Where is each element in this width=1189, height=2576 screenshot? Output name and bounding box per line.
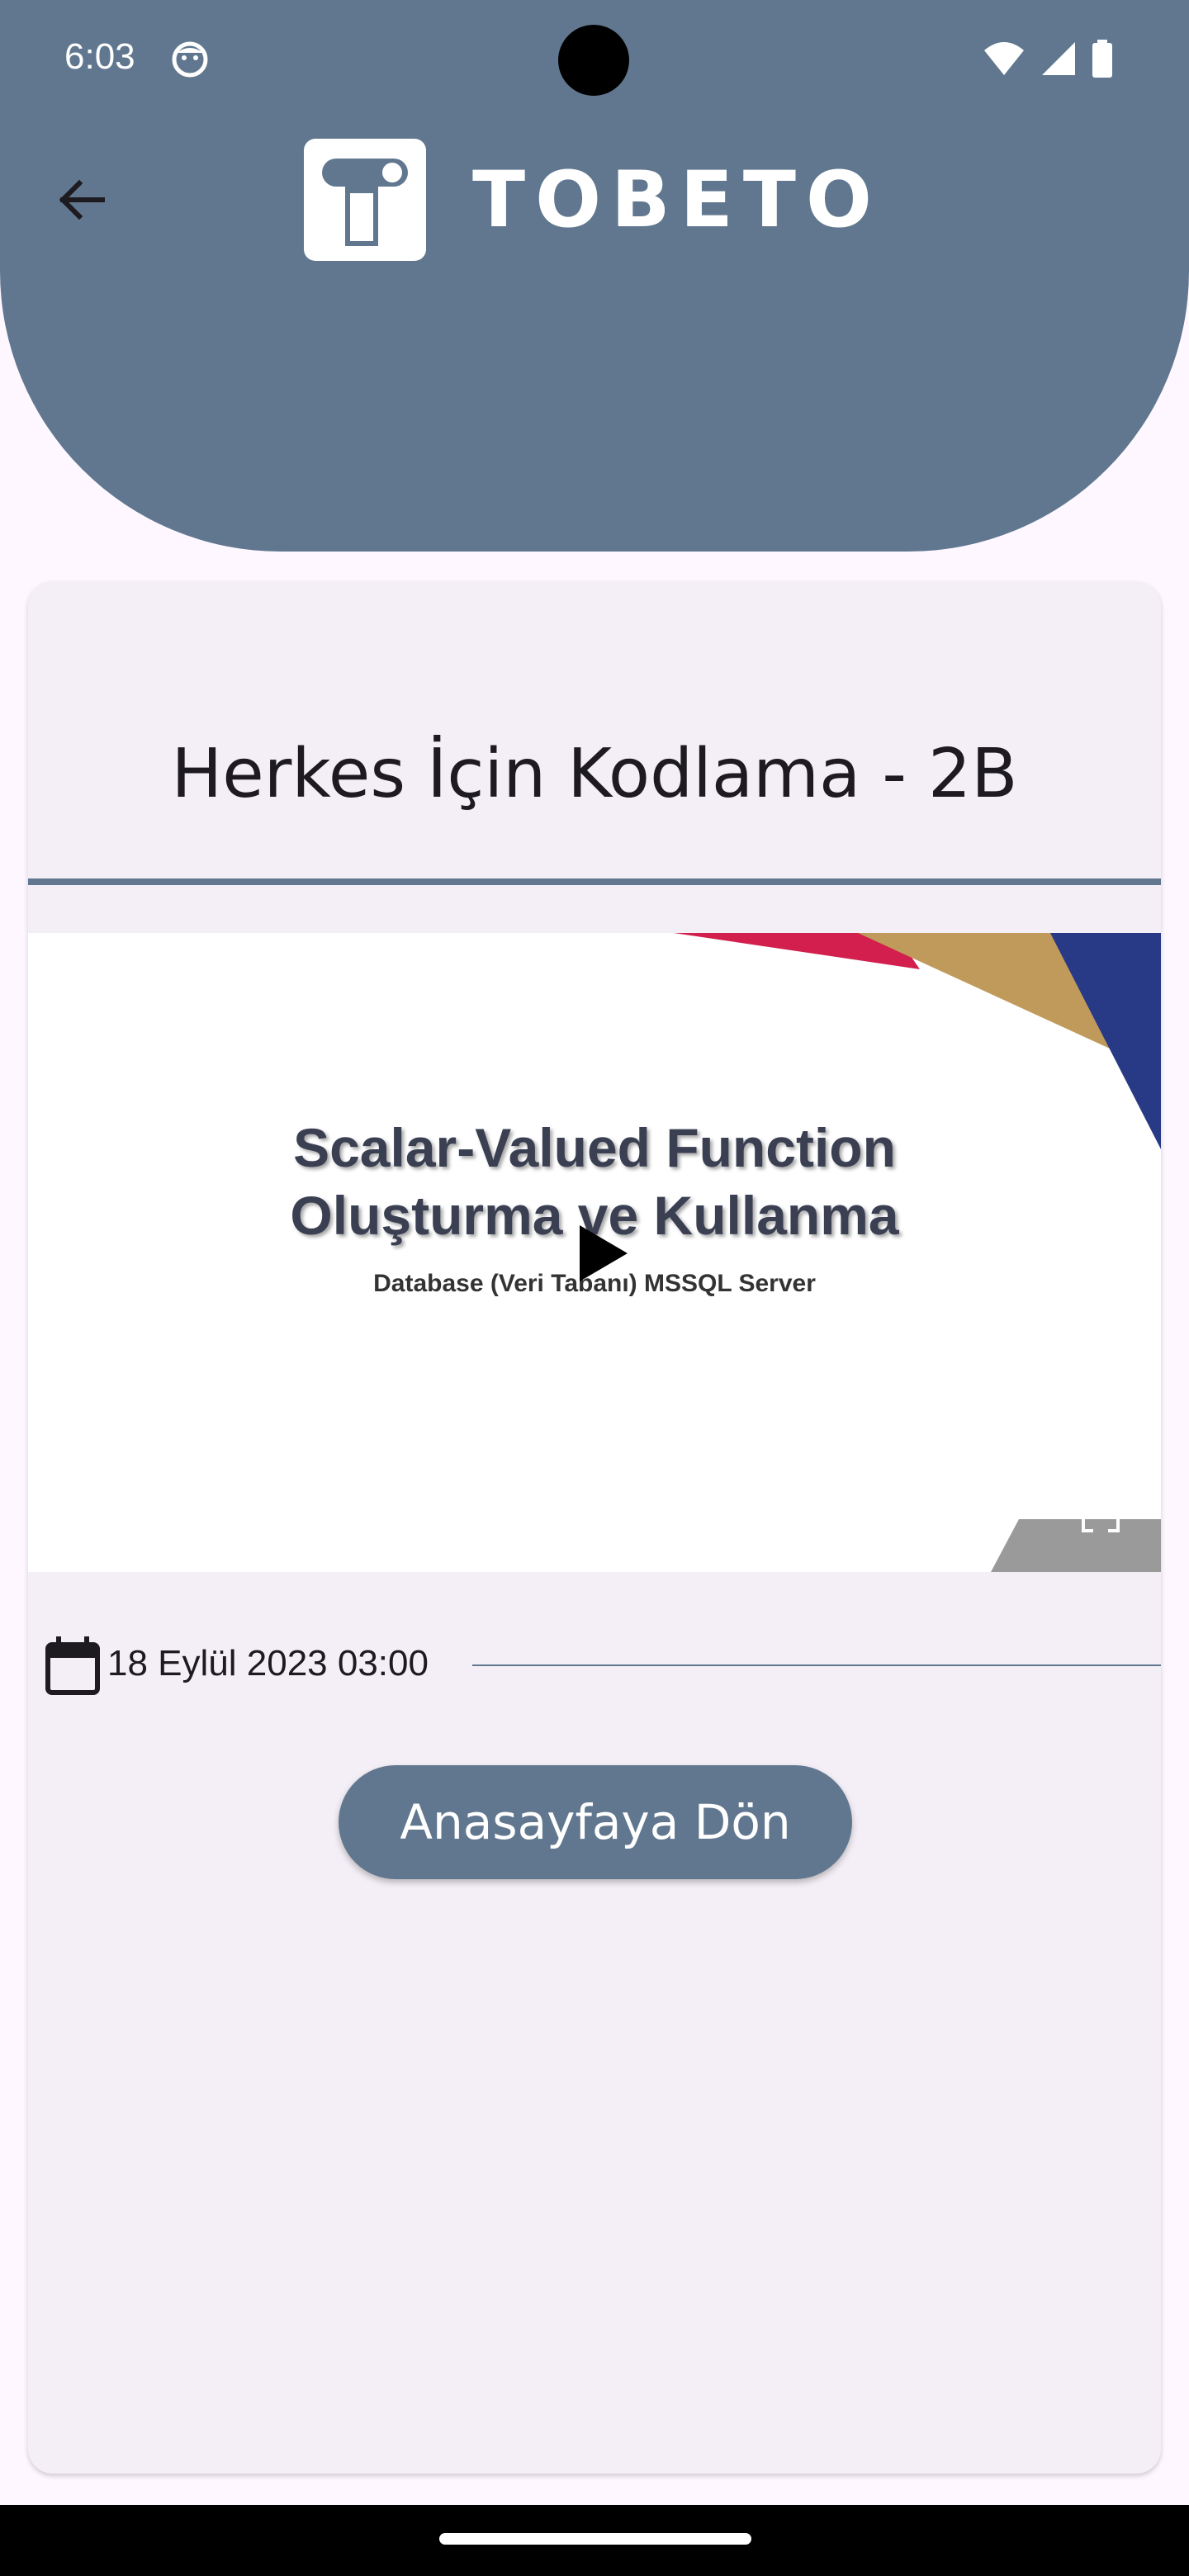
date-text: 18 Eylül 2023 03:00 [107, 1643, 429, 1683]
header: 6:03 TOBETO [0, 0, 1189, 552]
fullscreen-button[interactable] [1012, 1519, 1161, 1572]
signal-icon [1042, 42, 1075, 75]
card-title: Herkes İçin Kodlama - 2B [171, 735, 1018, 813]
arrow-back-icon [59, 179, 105, 220]
status-icons [983, 40, 1113, 78]
title-divider [28, 878, 1161, 885]
fullscreen-icon [1082, 1519, 1120, 1532]
status-notification-icon [172, 41, 208, 78]
back-button[interactable] [46, 165, 116, 234]
status-time: 6:03 [64, 36, 135, 77]
tobeto-logo-icon [304, 139, 426, 261]
date-divider [472, 1664, 1161, 1666]
home-button[interactable]: Anasayfaya Dön [339, 1765, 852, 1879]
system-nav-bar [0, 2505, 1189, 2576]
date-row: 18 Eylül 2023 03:00 [36, 1630, 1161, 1696]
lesson-card: Herkes İçin Kodlama - 2B Scalar-Valued F… [28, 581, 1161, 2474]
battery-icon [1092, 40, 1112, 78]
slide-title-line1: Scalar-Valued Function [293, 1117, 896, 1178]
calendar-icon [45, 1636, 100, 1695]
home-gesture-handle[interactable] [439, 2533, 751, 2545]
camera-cutout [558, 25, 629, 96]
logo-wordmark: TOBETO [472, 155, 882, 245]
screen: 6:03 TOBETO Herkes İçin Kodlama - 2B Sca… [0, 0, 1189, 2576]
video-player[interactable]: Scalar-Valued Function Oluşturma ve Kull… [28, 933, 1161, 1572]
play-icon[interactable] [570, 1222, 632, 1285]
wifi-icon [984, 42, 1024, 75]
